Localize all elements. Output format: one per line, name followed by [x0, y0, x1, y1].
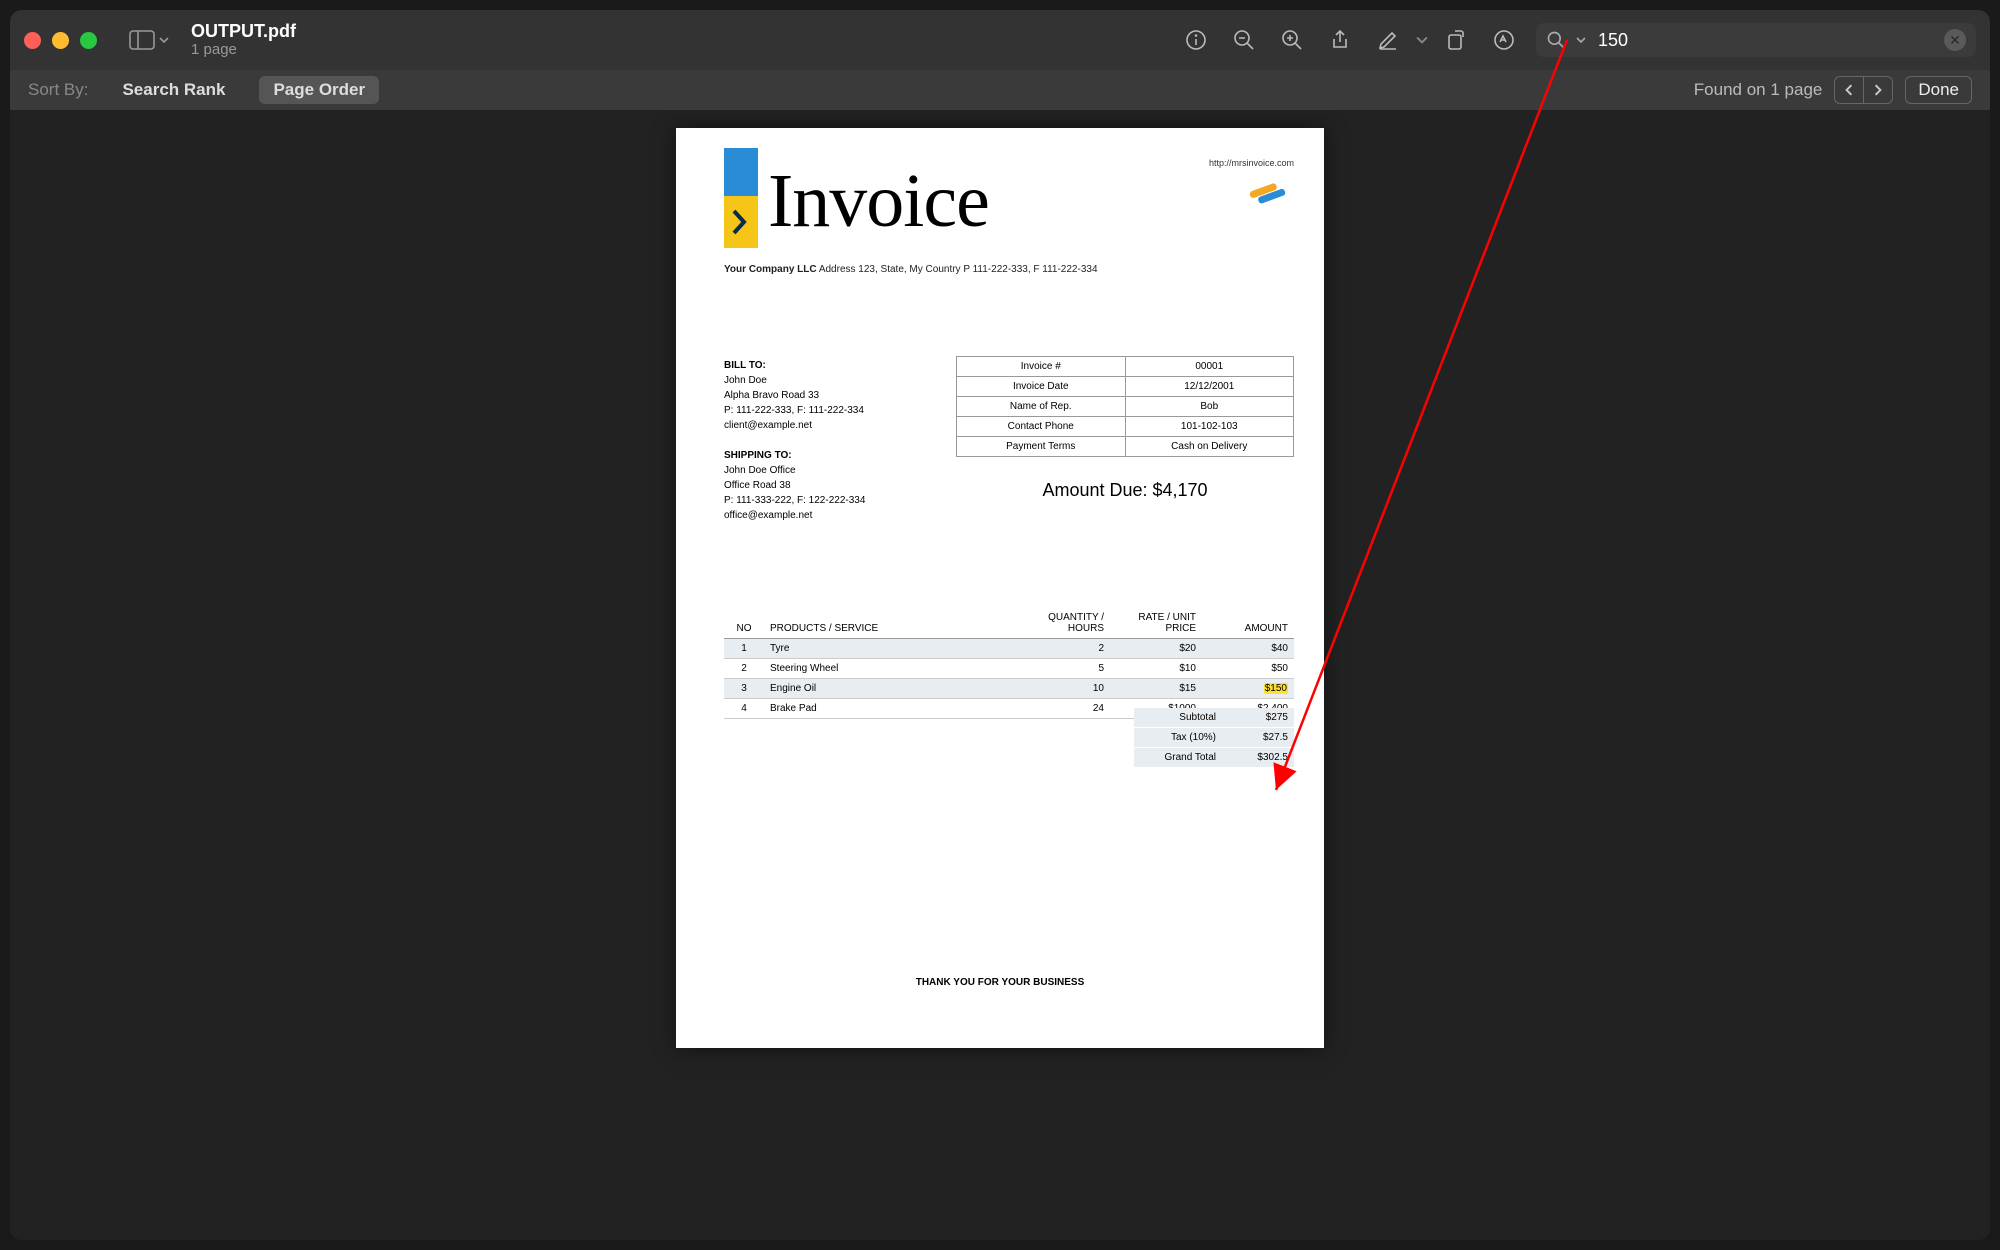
search-box[interactable]: ✕: [1536, 23, 1976, 57]
clear-search-button[interactable]: ✕: [1944, 29, 1966, 51]
zoom-in-button[interactable]: [1268, 10, 1316, 70]
sort-page-order[interactable]: Page Order: [259, 76, 379, 104]
rotate-button[interactable]: [1432, 10, 1480, 70]
thank-you-line: THANK YOU FOR YOUR BUSINESS: [676, 977, 1324, 988]
titlebar: OUTPUT.pdf 1 page ✕: [10, 10, 1990, 70]
search-input[interactable]: [1596, 29, 1934, 52]
company-line: Your Company LLC Address 123, State, My …: [724, 264, 1098, 275]
toolbar: ✕: [1172, 10, 1976, 70]
document-viewport[interactable]: Invoice http://mrsinvoice.com Your Compa…: [10, 110, 1990, 1240]
search-icon: [1546, 30, 1566, 50]
bill-to-block: BILL TO: John Doe Alpha Bravo Road 33 P:…: [724, 358, 864, 433]
document-title: OUTPUT.pdf: [191, 21, 296, 41]
fullscreen-window-button[interactable]: [80, 32, 97, 49]
file-info: OUTPUT.pdf 1 page: [191, 21, 296, 59]
find-done-button[interactable]: Done: [1905, 76, 1972, 104]
invoice-heading: Invoice: [768, 158, 989, 245]
sort-by-label: Sort By:: [28, 80, 88, 100]
pdf-page: Invoice http://mrsinvoice.com Your Compa…: [676, 128, 1324, 1048]
totals-block: Subtotal$275 Tax (10%)$27.5 Grand Total$…: [1134, 708, 1294, 768]
table-row: 1Tyre2$20$40: [724, 639, 1294, 659]
close-window-button[interactable]: [24, 32, 41, 49]
highlight-button[interactable]: [1480, 10, 1528, 70]
logo-yellow-arrow: [724, 196, 758, 248]
find-bar: Sort By: Search Rank Page Order Found on…: [10, 70, 1990, 110]
sort-search-rank[interactable]: Search Rank: [108, 76, 239, 104]
sidebar-toggle-button[interactable]: [129, 30, 169, 50]
minimize-window-button[interactable]: [52, 32, 69, 49]
markup-button[interactable]: [1364, 10, 1412, 70]
brand-logo-icon: [1244, 176, 1290, 208]
chevron-down-icon: [159, 35, 169, 45]
search-highlight: $150: [1202, 679, 1294, 699]
share-button[interactable]: [1316, 10, 1364, 70]
ship-to-block: SHIPPING TO: John Doe Office Office Road…: [724, 448, 865, 523]
amount-due: Amount Due: $4,170: [956, 480, 1294, 501]
found-count-label: Found on 1 page: [1694, 80, 1823, 100]
find-next-button[interactable]: [1863, 77, 1892, 103]
table-row: 3Engine Oil10$15$150: [724, 679, 1294, 699]
info-button[interactable]: [1172, 10, 1220, 70]
invoice-meta-table: Invoice #00001 Invoice Date12/12/2001 Na…: [956, 356, 1294, 457]
find-nav: [1834, 76, 1893, 104]
markup-menu-button[interactable]: [1412, 34, 1432, 46]
find-prev-button[interactable]: [1835, 77, 1863, 103]
invoice-url: http://mrsinvoice.com: [1209, 158, 1294, 168]
zoom-out-button[interactable]: [1220, 10, 1268, 70]
window-controls: [24, 32, 97, 49]
table-row: 2Steering Wheel5$10$50: [724, 659, 1294, 679]
search-menu-chevron-icon: [1576, 35, 1586, 45]
document-subtitle: 1 page: [191, 41, 296, 59]
line-items: NO PRODUCTS / SERVICE QUANTITY / HOURS R…: [724, 608, 1294, 719]
app-window: OUTPUT.pdf 1 page ✕ Sort By: Search Rank…: [10, 10, 1990, 1240]
